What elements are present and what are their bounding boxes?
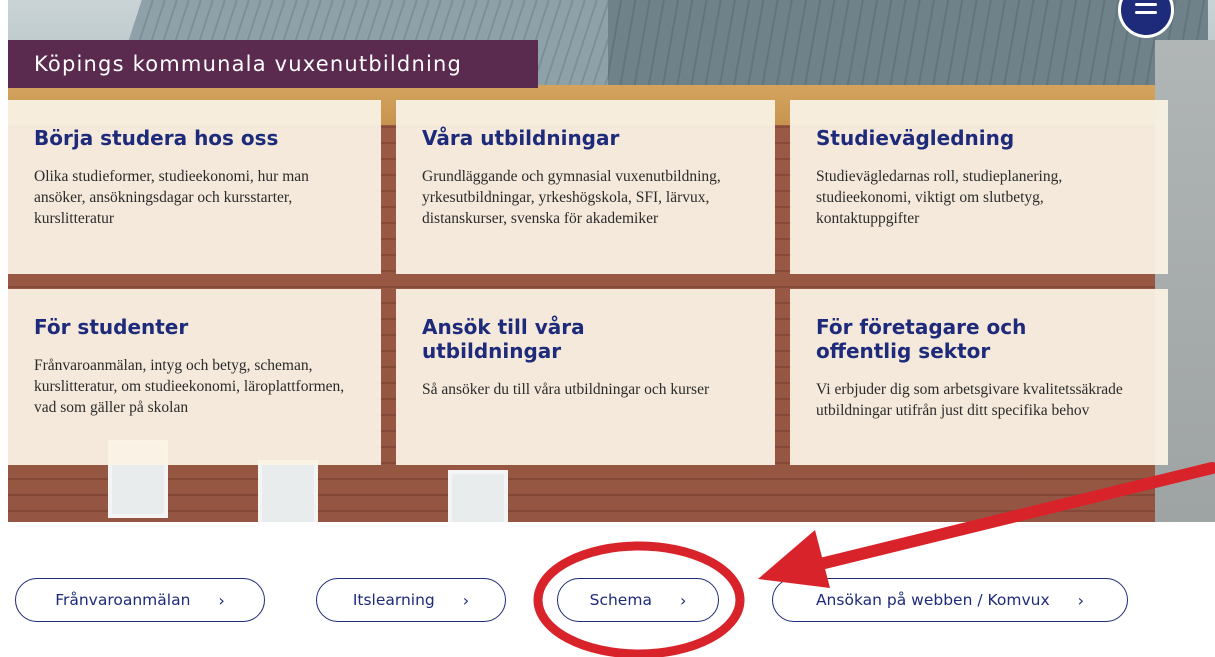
card-title: För studenter [34, 315, 189, 339]
hamburger-menu-icon [1135, 3, 1157, 6]
itslearning-link[interactable]: Itslearning › [316, 578, 506, 622]
window [448, 470, 508, 522]
card-title: Våra utbildningar [422, 126, 620, 150]
card-text: Vi erbjuder dig som arbetsgivare kvalite… [816, 381, 1123, 419]
card-ansok[interactable]: Ansök till våra utbildningar Så ansöker … [396, 289, 775, 465]
chevron-right-icon: › [462, 590, 470, 610]
pill-label: Schema [589, 591, 652, 609]
card-title: Ansök till våra utbildningar [422, 315, 585, 363]
pill-label: Itslearning [352, 591, 435, 609]
card-title: Studievägledning [816, 126, 1015, 150]
card-title: Börja studera hos oss [34, 126, 279, 150]
card-title: För företagare och offentlig sektor [816, 315, 1027, 363]
hamburger-menu-icon [1135, 11, 1157, 14]
card-text: Så ansöker du till våra utbildningar och… [422, 381, 710, 398]
card-for-studenter[interactable]: För studenter Frånvaroanmälan, intyg och… [8, 289, 381, 465]
chevron-right-icon: › [679, 590, 687, 610]
window [258, 460, 318, 522]
card-vara-utbildningar[interactable]: Våra utbildningar Grundläggande och gymn… [396, 100, 775, 274]
card-text: Grundläggande och gymnasial vuxenutbildn… [422, 168, 721, 227]
card-foretagare[interactable]: För företagare och offentlig sektor Vi e… [790, 289, 1168, 465]
pill-label: Frånvaroanmälan [55, 591, 191, 609]
card-text: Frånvaroanmälan, intyg och betyg, schema… [34, 357, 345, 416]
schema-link[interactable]: Schema › [557, 578, 719, 622]
chevron-right-icon: › [218, 590, 225, 610]
site-title[interactable]: Köpings kommunala vuxenutbildning [8, 40, 538, 88]
franvaroanmalan-link[interactable]: Frånvaroanmälan › [15, 578, 265, 622]
chevron-right-icon: › [1077, 590, 1085, 610]
ansokan-webben-link[interactable]: Ansökan på webben / Komvux › [772, 578, 1128, 622]
card-text: Olika studieformer, studieekonomi, hur m… [34, 168, 309, 227]
card-borja-studera[interactable]: Börja studera hos oss Olika studieformer… [8, 100, 381, 274]
card-text: Studievägledarnas roll, studieplanering,… [816, 168, 1063, 227]
pill-label: Ansökan på webben / Komvux [815, 591, 1050, 609]
card-studievagledning[interactable]: Studievägledning Studievägledarnas roll,… [790, 100, 1168, 274]
